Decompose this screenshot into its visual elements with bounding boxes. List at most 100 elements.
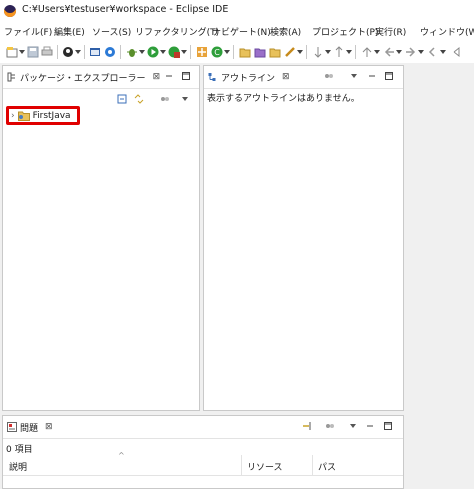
annotation-pen-icon[interactable] <box>284 46 296 58</box>
menu-search[interactable]: 検索(A) <box>270 25 301 38</box>
toolbar-separator <box>355 45 356 59</box>
window-title: C:¥Users¥testuser¥workspace - Eclipse ID… <box>22 4 229 15</box>
external-tools-icon[interactable] <box>168 46 180 58</box>
outline-tabbar: アウトライン ⊠ <box>204 66 403 89</box>
close-icon[interactable]: ⊠ <box>282 72 290 82</box>
column-path[interactable]: パス <box>318 460 336 473</box>
toolbar-separator <box>190 45 191 59</box>
debug-dropdown-caret[interactable] <box>75 50 81 54</box>
forward-caret[interactable] <box>418 50 424 54</box>
filter-icon[interactable] <box>302 421 312 431</box>
open-type-icon[interactable] <box>239 46 251 58</box>
toolbar-separator <box>233 45 234 59</box>
column-resource[interactable]: リソース <box>247 460 283 473</box>
expand-chevron-icon[interactable]: › <box>11 111 15 121</box>
new-class-caret[interactable] <box>224 50 230 54</box>
java-project-folder-icon <box>17 111 30 121</box>
menu-file[interactable]: ファイル(F) <box>4 25 52 38</box>
menu-edit[interactable]: 編集(E) <box>54 25 85 38</box>
focus-on-task-icon[interactable] <box>325 421 335 431</box>
last-edit-caret[interactable] <box>374 50 380 54</box>
last-edit-icon[interactable] <box>361 46 373 58</box>
external-tools-caret[interactable] <box>181 50 187 54</box>
toolbar-separator <box>84 45 85 59</box>
run-icon[interactable] <box>147 46 159 58</box>
problems-item-count: 0 項目 <box>6 445 33 455</box>
column-separator[interactable] <box>241 455 242 475</box>
title-bar: C:¥Users¥testuser¥workspace - Eclipse ID… <box>0 0 474 22</box>
tab-outline[interactable]: アウトライン ⊠ <box>204 66 294 88</box>
minimize-icon[interactable] <box>164 71 174 81</box>
view-menu-chevron-down-icon[interactable] <box>348 421 358 431</box>
toolbar-separator <box>306 45 307 59</box>
toolbar-separator <box>120 45 121 59</box>
forward-arrow-icon[interactable] <box>405 46 417 58</box>
save-icon[interactable] <box>27 46 39 58</box>
debug-run-caret[interactable] <box>139 50 145 54</box>
back-arrow-icon[interactable] <box>383 46 395 58</box>
debug-perspective-icon[interactable] <box>62 46 74 58</box>
menu-project[interactable]: プロジェクト(P) <box>312 25 378 38</box>
prev-annotation-icon[interactable] <box>333 46 345 58</box>
tree-item-firstjava[interactable]: › FirstJava <box>11 110 71 121</box>
menu-window[interactable]: ウィンドウ(W) <box>420 25 474 38</box>
tab-problems-label: 問題 <box>20 423 39 434</box>
sort-chevron-up-icon: ^ <box>118 451 125 460</box>
collapse-all-icon[interactable] <box>117 94 127 104</box>
tab-package-explorer[interactable]: パッケージ・エクスプローラー ⊠ <box>3 66 164 88</box>
maximize-icon[interactable] <box>383 421 393 431</box>
menu-bar: ファイル(F) 編集(E) ソース(S) リファクタリング(T) ナビゲート(N… <box>0 22 474 41</box>
minimize-icon[interactable] <box>367 71 377 81</box>
new-icon[interactable] <box>6 46 18 58</box>
maximize-icon[interactable] <box>181 71 191 81</box>
column-description[interactable]: 説明 <box>9 460 27 473</box>
open-folder-icon[interactable] <box>269 46 281 58</box>
back-history-icon[interactable] <box>427 46 439 58</box>
menu-source[interactable]: ソース(S) <box>92 25 131 38</box>
minimize-icon[interactable] <box>365 421 375 431</box>
problems-table-header: ^ 説明 リソース パス <box>3 451 403 476</box>
eclipse-logo-icon <box>4 5 16 17</box>
menu-run[interactable]: 実行(R) <box>375 25 406 38</box>
view-menu-chevron-down-icon[interactable] <box>349 71 359 81</box>
package-explorer-tabbar: パッケージ・エクスプローラー ⊠ <box>3 66 199 89</box>
tree-item-label: FirstJava <box>32 110 71 121</box>
maximize-icon[interactable] <box>384 71 394 81</box>
back-history-caret[interactable] <box>440 50 446 54</box>
focus-on-task-icon[interactable] <box>324 71 334 81</box>
column-separator[interactable] <box>312 455 313 475</box>
print-icon[interactable] <box>41 46 53 58</box>
close-icon[interactable]: ⊠ <box>45 422 53 432</box>
tab-problems[interactable]: 問題 ⊠ <box>3 416 57 438</box>
menu-refactor[interactable]: リファクタリング(T) <box>135 25 219 38</box>
annotation-caret[interactable] <box>297 50 303 54</box>
new-class-icon[interactable]: C <box>211 46 223 58</box>
menu-navigate[interactable]: ナビゲート(N) <box>212 25 271 38</box>
outline-empty-message: 表示するアウトラインはありません。 <box>207 94 360 104</box>
open-task-icon[interactable] <box>254 46 266 58</box>
new-java-project-icon[interactable] <box>196 46 208 58</box>
view-menu-chevron-down-icon[interactable] <box>180 94 190 104</box>
close-icon[interactable]: ⊠ <box>153 72 161 82</box>
run-dropdown-caret[interactable] <box>160 50 166 54</box>
link-with-editor-icon[interactable] <box>134 94 144 104</box>
workbench: パッケージ・エクスプローラー ⊠ › FirstJava アウトライン ⊠ 表示… <box>0 63 474 489</box>
pin-icon[interactable] <box>452 46 464 58</box>
package-explorer-view: パッケージ・エクスプローラー ⊠ › FirstJava <box>2 65 200 411</box>
debug-bug-icon[interactable] <box>126 46 138 58</box>
tab-outline-label: アウトライン <box>221 73 276 84</box>
main-toolbar: C <box>0 41 474 63</box>
problems-view: 問題 ⊠ 0 項目 ^ 説明 リソース パス <box>2 415 404 489</box>
toolbar-separator <box>57 45 58 59</box>
back-caret[interactable] <box>396 50 402 54</box>
problems-tabbar: 問題 ⊠ <box>3 416 403 439</box>
svg-text:C: C <box>214 48 220 57</box>
new-dropdown-caret[interactable] <box>19 50 25 54</box>
next-annotation-caret[interactable] <box>325 50 331 54</box>
prev-annotation-caret[interactable] <box>346 50 352 54</box>
focus-on-task-icon[interactable] <box>160 94 170 104</box>
package-explorer-icon <box>7 72 15 82</box>
next-annotation-icon[interactable] <box>312 46 324 58</box>
settings-gear-icon[interactable] <box>104 46 116 58</box>
terminal-icon[interactable] <box>89 46 101 58</box>
